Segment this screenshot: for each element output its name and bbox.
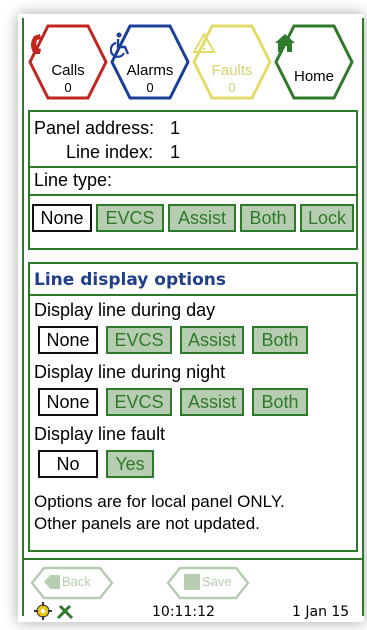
divider <box>30 294 356 296</box>
device-frame: Calls 0 Alarms 0 Faults 0 Home Panel add… <box>18 14 364 622</box>
night-evcs-button[interactable]: EVCS <box>106 388 172 416</box>
panel-address-label: Panel address: <box>34 118 155 138</box>
alarms-button[interactable]: Alarms 0 <box>110 24 190 100</box>
day-evcs-button[interactable]: EVCS <box>106 326 172 354</box>
save-disk-icon <box>184 574 200 590</box>
display-options-title: Line display options <box>34 270 226 290</box>
alarms-count: 0 <box>146 80 154 95</box>
day-label: Display line during day <box>34 300 216 320</box>
note-line-2: Other panels are not updated. <box>34 514 260 533</box>
home-button[interactable]: Home <box>274 24 354 100</box>
display-options-panel: Line display options Display line during… <box>28 262 358 552</box>
faults-label: Faults <box>211 62 253 79</box>
line-type-none-button[interactable]: None <box>32 204 92 232</box>
line-index-value: 1 <box>170 142 181 162</box>
clock-time: 10:11:12 <box>152 604 215 620</box>
alarms-label: Alarms <box>126 62 174 79</box>
night-both-button[interactable]: Both <box>252 388 308 416</box>
divider <box>30 166 356 168</box>
back-label: Back <box>62 574 91 589</box>
line-settings-panel: Panel address: 1 Line index: 1 Line type… <box>28 110 358 250</box>
day-none-button[interactable]: None <box>38 326 98 354</box>
line-type-label: Line type: <box>34 170 113 190</box>
gear-icon[interactable] <box>34 602 52 620</box>
day-assist-button[interactable]: Assist <box>180 326 244 354</box>
night-none-button[interactable]: None <box>38 388 98 416</box>
footer-divider <box>24 558 362 560</box>
day-both-button[interactable]: Both <box>252 326 308 354</box>
calls-label: Calls <box>51 62 85 79</box>
night-assist-button[interactable]: Assist <box>180 388 244 416</box>
faults-button[interactable]: Faults 0 <box>192 24 272 100</box>
line-type-lock-button[interactable]: Lock <box>300 204 354 232</box>
panel-screen: Calls 0 Alarms 0 Faults 0 Home Panel add… <box>22 18 364 620</box>
divider <box>30 194 356 196</box>
clock-date: 1 Jan 15 <box>292 604 350 620</box>
fault-yes-button[interactable]: Yes <box>106 450 154 478</box>
note-line-1: Options are for local panel ONLY. <box>34 492 285 511</box>
line-type-evcs-button[interactable]: EVCS <box>96 204 164 232</box>
tools-icon[interactable] <box>56 602 74 620</box>
line-index-label: Line index: <box>66 142 154 162</box>
night-label: Display line during night <box>34 362 226 382</box>
back-button[interactable]: Back <box>30 566 114 600</box>
faults-count: 0 <box>228 80 236 95</box>
save-label: Save <box>202 574 232 589</box>
calls-count: 0 <box>64 80 72 95</box>
panel-address-value: 1 <box>170 118 181 138</box>
save-button[interactable]: Save <box>166 566 250 600</box>
fault-label: Display line fault <box>34 424 166 444</box>
calls-button[interactable]: Calls 0 <box>28 24 108 100</box>
line-type-assist-button[interactable]: Assist <box>168 204 236 232</box>
fault-no-button[interactable]: No <box>38 450 98 478</box>
line-type-both-button[interactable]: Both <box>240 204 296 232</box>
home-label: Home <box>293 68 334 85</box>
